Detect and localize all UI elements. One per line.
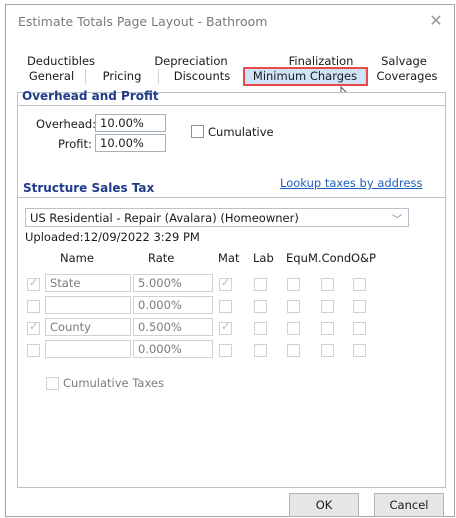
col-name-header: Name bbox=[60, 251, 94, 265]
structure-sales-tax-heading: Structure Sales Tax bbox=[23, 181, 155, 195]
close-icon[interactable]: ✕ bbox=[426, 11, 446, 30]
overhead-input[interactable]: 10.00% bbox=[95, 114, 166, 132]
col-mat-header: Mat bbox=[218, 251, 240, 265]
mcond-checkbox[interactable] bbox=[321, 344, 334, 357]
overhead-label: Overhead: bbox=[36, 117, 97, 131]
op-checkbox[interactable] bbox=[353, 300, 366, 313]
tax-jurisdiction-select[interactable]: US Residential - Repair (Avalara) (Homeo… bbox=[25, 208, 409, 227]
divider bbox=[18, 105, 445, 106]
tax-row-enable-checkbox[interactable] bbox=[27, 276, 40, 291]
tax-rate-input[interactable]: 5.000% bbox=[133, 274, 213, 292]
op-checkbox[interactable] bbox=[353, 344, 366, 357]
tax-name-input[interactable]: County bbox=[45, 318, 131, 336]
op-checkbox[interactable] bbox=[353, 278, 366, 291]
ok-button[interactable]: OK bbox=[289, 493, 359, 517]
equ-checkbox[interactable] bbox=[287, 344, 300, 357]
tab-general[interactable]: General bbox=[18, 69, 86, 84]
tax-rate-input[interactable]: 0.000% bbox=[133, 340, 213, 358]
tax-jurisdiction-value: US Residential - Repair (Avalara) (Homeo… bbox=[30, 211, 299, 225]
mcond-checkbox[interactable] bbox=[321, 322, 334, 335]
tax-rate-input[interactable]: 0.500% bbox=[133, 318, 213, 336]
profit-input[interactable]: 10.00% bbox=[95, 134, 166, 152]
chevron-down-icon: ﹀ bbox=[392, 215, 402, 226]
op-checkbox[interactable] bbox=[353, 322, 366, 335]
cumulative-label: Cumulative bbox=[208, 125, 274, 139]
mat-checkbox[interactable] bbox=[219, 276, 232, 291]
tab-discounts[interactable]: Discounts bbox=[159, 69, 246, 84]
mcond-checkbox[interactable] bbox=[321, 300, 334, 313]
tax-rate-input[interactable]: 0.000% bbox=[133, 296, 213, 314]
general-tab-panel: Overhead and Profit Overhead: 10.00% Pro… bbox=[17, 89, 446, 488]
tab-row-1: Deductibles Depreciation Finalization Sa… bbox=[18, 54, 446, 69]
tax-row-enable-checkbox[interactable] bbox=[27, 344, 40, 357]
lab-checkbox[interactable] bbox=[254, 322, 267, 335]
equ-checkbox[interactable] bbox=[287, 322, 300, 335]
overhead-profit-heading: Overhead and Profit bbox=[22, 89, 159, 103]
mat-checkbox[interactable] bbox=[219, 344, 232, 357]
cancel-button[interactable]: Cancel bbox=[374, 493, 444, 517]
col-mcond-header: M.Cond bbox=[308, 251, 352, 265]
divider bbox=[18, 197, 445, 198]
tax-row-enable-checkbox[interactable] bbox=[27, 300, 40, 313]
equ-checkbox[interactable] bbox=[287, 300, 300, 313]
cumulative-taxes-checkbox[interactable] bbox=[46, 377, 59, 390]
lab-checkbox[interactable] bbox=[254, 278, 267, 291]
tab-salvage[interactable]: Salvage bbox=[368, 54, 440, 69]
window-title: Estimate Totals Page Layout - Bathroom bbox=[18, 14, 268, 29]
mat-checkbox[interactable] bbox=[219, 320, 232, 335]
tab-depreciation[interactable]: Depreciation bbox=[133, 54, 249, 69]
uploaded-timestamp: Uploaded:12/09/2022 3:29 PM bbox=[25, 230, 200, 244]
lookup-taxes-link[interactable]: Lookup taxes by address bbox=[280, 176, 423, 190]
lab-checkbox[interactable] bbox=[254, 300, 267, 313]
col-op-header: O&P bbox=[351, 251, 376, 265]
title-bar: Estimate Totals Page Layout - Bathroom ✕ bbox=[6, 5, 454, 37]
cumulative-checkbox[interactable] bbox=[191, 125, 204, 138]
col-equ-header: Equ bbox=[286, 251, 308, 265]
dialog-window: Estimate Totals Page Layout - Bathroom ✕… bbox=[5, 4, 455, 517]
cumulative-taxes-label: Cumulative Taxes bbox=[63, 376, 164, 390]
mcond-checkbox[interactable] bbox=[321, 278, 334, 291]
col-rate-header: Rate bbox=[148, 251, 175, 265]
col-lab-header: Lab bbox=[253, 251, 274, 265]
tax-name-input[interactable]: State bbox=[45, 274, 131, 292]
profit-label: Profit: bbox=[58, 137, 92, 151]
equ-checkbox[interactable] bbox=[287, 278, 300, 291]
tax-name-input[interactable] bbox=[45, 296, 131, 314]
tab-finalization[interactable]: Finalization bbox=[263, 54, 379, 69]
tax-name-input[interactable] bbox=[45, 340, 131, 358]
lab-checkbox[interactable] bbox=[254, 344, 267, 357]
mat-checkbox[interactable] bbox=[219, 300, 232, 313]
tax-row-enable-checkbox[interactable] bbox=[27, 320, 40, 335]
tab-minimum-charges[interactable]: Minimum Charges bbox=[243, 67, 368, 86]
tab-row-2: General Pricing Discounts Minimum Charge… bbox=[18, 67, 446, 86]
tab-coverages[interactable]: Coverages bbox=[368, 69, 446, 84]
tab-pricing[interactable]: Pricing bbox=[86, 69, 159, 84]
tab-deductibles[interactable]: Deductibles bbox=[18, 54, 104, 69]
